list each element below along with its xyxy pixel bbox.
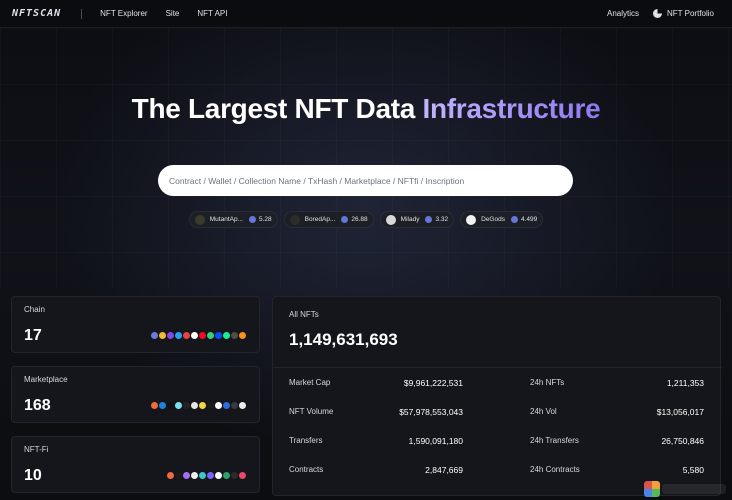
eth-icon [425, 216, 433, 223]
collection-chip[interactable]: BoredAp... 26.88 [283, 211, 374, 228]
stat-value-contracts: 2,847,669 [425, 465, 463, 475]
eth-icon [341, 216, 349, 223]
collection-chip[interactable]: DeGods 4.499 [460, 211, 544, 228]
nav-link-nft-explorer[interactable]: NFT Explorer [100, 9, 147, 18]
card-label: NFT-Fi [24, 445, 49, 454]
hero-grid-pattern [0, 28, 732, 288]
chain-logo-row [150, 331, 247, 340]
collection-name: BoredAp... [304, 216, 336, 223]
collection-avatar-icon [385, 214, 396, 225]
collection-name: Milady [400, 216, 420, 223]
card-label: Chain [24, 305, 45, 314]
stat-value-nft-volume: $57,978,553,043 [399, 407, 463, 417]
collection-price: 26.88 [351, 216, 368, 223]
stat-value-transfers: 1,590,091,180 [408, 436, 463, 446]
stat-label-24h-transfers: 24h Transfers [530, 436, 579, 445]
stat-label-24h-contracts: 24h Contracts [530, 465, 580, 474]
search-placeholder: Contract / Wallet / Collection Name / Tx… [169, 175, 465, 186]
nav-link-site[interactable]: Site [166, 9, 180, 18]
stat-label-contracts: Contracts [289, 465, 324, 474]
nftfi-logo-icon [238, 471, 247, 480]
nav-link-nft-api[interactable]: NFT API [197, 9, 227, 18]
marketplace-card[interactable]: Marketplace 168 [11, 366, 260, 423]
stat-label-transfers: Transfers [289, 436, 323, 445]
nav-right-group: Analytics NFT Portfolio [607, 9, 720, 18]
watermark-blur [662, 484, 726, 494]
headline-main-text: The Largest NFT Data [131, 93, 423, 124]
all-nfts-label: All NFTs [289, 310, 319, 319]
collection-chip[interactable]: MutantAp... 5.28 [188, 211, 278, 228]
collection-name: DeGods [481, 216, 505, 223]
card-value: 10 [24, 467, 42, 484]
stat-label-24h-nfts: 24h NFTs [530, 378, 565, 387]
stat-value-24h-vol: $13,056,017 [656, 407, 704, 417]
stat-label-nft-volume: NFT Volume [289, 407, 334, 416]
nftscan-logo[interactable]: NFTSCAN [12, 8, 61, 19]
collection-price: 5.28 [259, 216, 272, 223]
trending-collections: MutantAp... 5.28 BoredAp... 26.88 Milady… [0, 211, 732, 228]
watermark-logo-icon [644, 481, 660, 497]
stat-value-24h-contracts: 5,580 [682, 465, 704, 475]
stat-value-24h-nfts: 1,211,353 [666, 378, 704, 388]
card-value: 17 [24, 327, 42, 344]
collection-price: 3.32 [435, 216, 449, 223]
chain-logo-icon [238, 331, 247, 340]
nav-link-nft-portfolio[interactable]: NFT Portfolio [667, 9, 714, 18]
collection-avatar-icon [466, 214, 477, 225]
nft-overview-panel: All NFTs 1,149,631,693 Market Cap $9,961… [272, 296, 722, 496]
headline-accent-text: Infrastructure [422, 93, 601, 124]
nav-link-analytics[interactable]: Analytics [607, 9, 639, 18]
stat-value-market-cap: $9,961,222,531 [403, 378, 463, 388]
marketplace-logo-icon [238, 401, 247, 410]
eth-icon [249, 216, 256, 223]
nft-fi-card[interactable]: NFT-Fi 10 [11, 436, 260, 493]
search-input[interactable]: Contract / Wallet / Collection Name / Tx… [158, 165, 573, 196]
top-navbar: NFTSCAN NFT Explorer Site NFT API Analyt… [0, 0, 732, 28]
pie-chart-icon [653, 9, 663, 18]
chain-card[interactable]: Chain 17 [11, 296, 260, 353]
stat-label-market-cap: Market Cap [289, 378, 331, 387]
panel-divider [273, 367, 722, 368]
card-value: 168 [24, 397, 51, 414]
collection-name: MutantAp... [209, 216, 243, 223]
eth-icon [510, 216, 518, 223]
collection-chip[interactable]: Milady 3.32 [379, 211, 455, 228]
stat-label-24h-vol: 24h Vol [530, 407, 557, 416]
collection-avatar-icon [289, 214, 300, 225]
collection-avatar-icon [194, 214, 205, 225]
page-headline: The Largest NFT Data Infrastructure [0, 93, 732, 125]
stat-value-24h-transfers: 26,750,846 [661, 436, 704, 446]
card-label: Marketplace [24, 375, 68, 384]
nftfi-logo-row [166, 471, 247, 480]
nav-divider [81, 8, 83, 19]
collection-price: 4.499 [520, 216, 538, 223]
marketplace-logo-row [150, 401, 247, 410]
all-nfts-value: 1,149,631,693 [289, 330, 398, 349]
